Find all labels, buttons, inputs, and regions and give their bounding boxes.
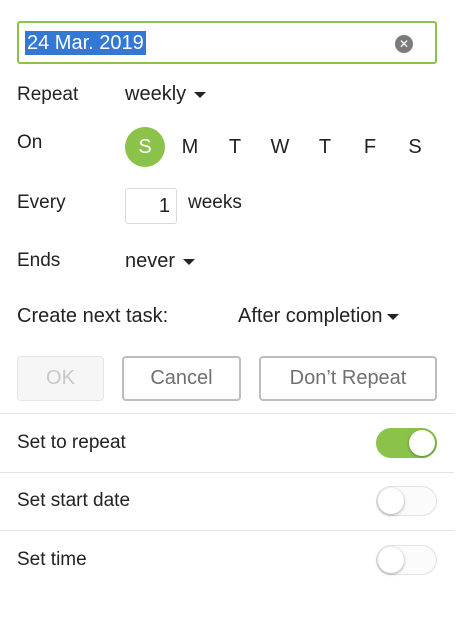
interval-input[interactable]: 1 xyxy=(125,188,177,224)
set-time-label: Set time xyxy=(17,549,87,570)
day-saturday[interactable]: S xyxy=(395,127,435,167)
set-repeat-toggle[interactable] xyxy=(376,428,437,458)
toggle-knob xyxy=(378,488,404,514)
toggle-knob xyxy=(409,430,435,456)
caret-down-icon xyxy=(183,258,196,265)
date-input[interactable]: 24 Mar. 2019 ✕ xyxy=(17,21,437,64)
repeat-dropdown[interactable]: weekly xyxy=(125,83,207,106)
toggle-knob xyxy=(378,547,404,573)
every-label: Every xyxy=(17,192,66,213)
caret-down-icon xyxy=(386,313,399,320)
ends-label: Ends xyxy=(17,250,61,271)
repeat-label: Repeat xyxy=(17,84,79,105)
day-sunday[interactable]: S xyxy=(125,127,165,167)
on-label: On xyxy=(17,132,43,153)
day-tuesday[interactable]: T xyxy=(215,127,255,167)
divider xyxy=(0,413,454,414)
set-time-toggle[interactable] xyxy=(376,545,437,575)
next-task-dropdown[interactable]: After completion xyxy=(238,305,399,328)
dont-repeat-button[interactable]: Don’t Repeat xyxy=(259,356,437,401)
caret-down-icon xyxy=(194,91,207,98)
ends-value: never xyxy=(125,250,176,272)
repeat-value: weekly xyxy=(125,83,187,105)
date-value: 24 Mar. 2019 xyxy=(25,31,146,55)
day-wednesday[interactable]: W xyxy=(260,127,300,167)
next-task-label: Create next task: xyxy=(17,305,169,327)
next-task-value: After completion xyxy=(238,305,383,327)
day-friday[interactable]: F xyxy=(350,127,390,167)
set-repeat-label: Set to repeat xyxy=(17,432,126,453)
clear-icon[interactable]: ✕ xyxy=(395,35,413,53)
day-thursday[interactable]: T xyxy=(305,127,345,167)
divider xyxy=(0,472,454,473)
ends-dropdown[interactable]: never xyxy=(125,250,196,273)
cancel-button[interactable]: Cancel xyxy=(122,356,241,401)
set-start-date-label: Set start date xyxy=(17,490,131,511)
set-start-date-toggle[interactable] xyxy=(376,486,437,516)
interval-unit: weeks xyxy=(188,192,242,213)
day-monday[interactable]: M xyxy=(170,127,210,167)
divider xyxy=(0,530,454,531)
ok-button[interactable]: OK xyxy=(17,356,104,401)
